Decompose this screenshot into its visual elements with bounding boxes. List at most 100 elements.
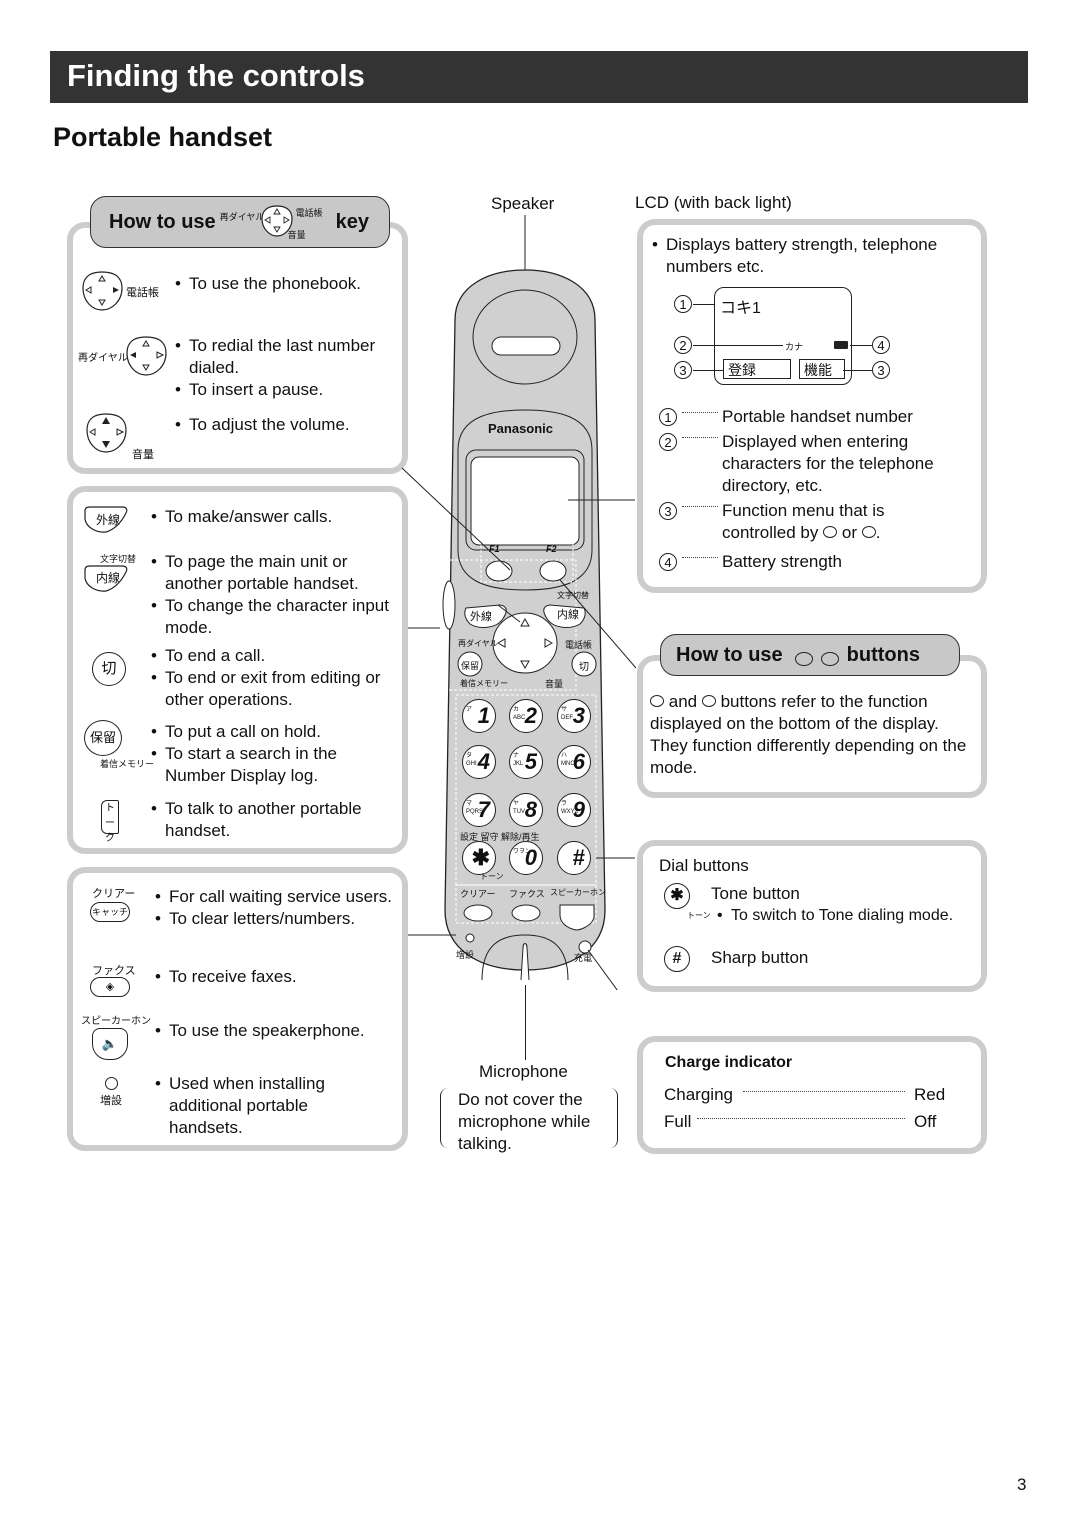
- gaisen-key[interactable]: 外線: [470, 608, 492, 624]
- callout-2: 2: [674, 336, 692, 354]
- lcd-softkey-right: 機能: [799, 359, 845, 379]
- key-letters: サ DEF: [561, 707, 573, 721]
- intercom-text: To page the main unit or another portabl…: [151, 551, 396, 639]
- tone-label: トーン: [480, 872, 504, 881]
- lcd-softkey-left: 登録: [723, 359, 791, 379]
- fax-label: ファクス: [92, 965, 136, 977]
- hold-key-text: To put a call on hold. To start a search…: [151, 721, 401, 787]
- legend-4-text: Battery strength: [722, 552, 843, 571]
- key-letters: カ ABC: [513, 707, 526, 721]
- handset-key-6[interactable]: 6ハ MNO: [557, 745, 591, 779]
- fbuttons-description: and buttons refer to the function displa…: [650, 692, 967, 777]
- fbuttons-title-prefix: How to use: [676, 643, 783, 666]
- install-label: 増設: [100, 1095, 122, 1107]
- page-subtitle: Portable handset: [53, 122, 273, 152]
- lcd-description: Displays battery strength, telephone num…: [652, 234, 972, 278]
- section-title-bar: Finding the controls: [50, 51, 1028, 103]
- key-letters: ヤ TUV: [513, 801, 525, 815]
- handset-key-2[interactable]: 2カ ABC: [509, 699, 543, 733]
- off-key-text: To end a call. To end or exit from editi…: [151, 645, 401, 711]
- f2-label: F2: [546, 544, 557, 554]
- handset-key-0[interactable]: 0 ワヲン: [509, 841, 543, 875]
- sharp-button-icon: #: [664, 946, 690, 972]
- tone-button-icon: ✱: [664, 883, 690, 909]
- f1-inline-icon: [650, 695, 664, 707]
- key-digit: 3: [572, 703, 585, 728]
- legend-1-num: 1: [659, 408, 677, 426]
- charge-indicator-label: 充電: [574, 953, 593, 963]
- handset-f1-button[interactable]: [486, 560, 512, 580]
- sharp-button-label: Sharp button: [711, 948, 809, 967]
- callout-4-line: [850, 345, 872, 346]
- outside-line-text: To make/answer calls.: [151, 506, 391, 528]
- handset-key-4[interactable]: 4タ GHI: [462, 745, 496, 779]
- handset-key-7[interactable]: 7マ PQRS: [462, 793, 496, 827]
- handset-key-1[interactable]: 1ア: [462, 699, 496, 733]
- key-digit: 1: [477, 703, 490, 728]
- catch-key-text: For call waiting service users. To clear…: [155, 886, 395, 930]
- speakerphone-text: To use the speakerphone.: [155, 1020, 400, 1042]
- fbuttons-panel-header: How to use buttons: [660, 634, 960, 676]
- nav-key-item-1-text: To use the phonebook.: [175, 273, 395, 295]
- key-digit: 8: [524, 797, 537, 822]
- hold-key-icon: 保留: [84, 720, 122, 756]
- outside-line-key-icon: 外線: [82, 505, 132, 540]
- charge-row-full-value: Off: [914, 1112, 937, 1131]
- nav-key-title-suffix: key: [335, 210, 370, 233]
- catch-key-icon: キャッチ: [90, 902, 130, 922]
- install-text: Used when installing additional portable…: [155, 1073, 365, 1139]
- charge-row-charging-dots: [743, 1091, 905, 1092]
- lcd-line1: コキ1: [720, 300, 761, 317]
- fax-key-text: To receive faxes.: [155, 966, 395, 988]
- handset-key-8[interactable]: 8ヤ TUV: [509, 793, 543, 827]
- f1-title-icon: [794, 652, 813, 666]
- func-label-speaker: スピーカーホン: [550, 888, 606, 897]
- memory-label: 着信メモリー: [460, 679, 508, 688]
- microphone-note-text: Do not cover the microphone while talkin…: [458, 1090, 591, 1153]
- legend-4-dots: [682, 557, 718, 558]
- callout-2-line: [693, 345, 783, 346]
- section-title: Finding the controls: [67, 58, 365, 93]
- fax-key-icon: ◈: [90, 977, 130, 997]
- charge-row-full-state: Full: [664, 1112, 692, 1131]
- handset-key-5[interactable]: 5ナ JKL: [509, 745, 543, 779]
- microphone-leader: [525, 985, 526, 1060]
- handset-f2-button[interactable]: [540, 560, 566, 580]
- f1-label: F1: [489, 544, 500, 554]
- charge-indicator-title: Charge indicator: [665, 1054, 793, 1071]
- legend-4-num: 4: [659, 553, 677, 571]
- handset-key-3[interactable]: 3サ DEF: [557, 699, 591, 733]
- handset-key-9[interactable]: 9ラ WXYZ: [557, 793, 591, 827]
- page-number: 3: [1017, 1475, 1027, 1494]
- brand-logo: Panasonic: [488, 421, 554, 436]
- callout-3-right-line: [843, 370, 872, 371]
- tone-button-bullet: To switch to Tone dialing mode.: [717, 905, 953, 927]
- handset-key-star[interactable]: ✱: [462, 841, 496, 875]
- nav-key-left-icon: 再ダイヤル: [78, 333, 174, 379]
- f2-title-icon: [820, 652, 839, 666]
- key-digit: #: [572, 845, 585, 870]
- answering-row-label: 設定 留守 解除/再生: [460, 832, 540, 842]
- legend-2-dots: [682, 437, 718, 438]
- callout-3-left: 3: [674, 361, 692, 379]
- nav-key-item-3-text: To adjust the volume.: [175, 414, 395, 436]
- redial-label: 再ダイヤル: [458, 639, 498, 648]
- key-letters: ハ MNO: [561, 753, 575, 767]
- nav-key-title-icon: 再ダイヤル 電話帳 音量: [220, 200, 332, 244]
- nav-key-updown-icon: 音量: [84, 410, 164, 462]
- moji-label: 文字切替: [557, 591, 589, 600]
- charge-row-full-dots: [697, 1118, 905, 1119]
- off-key[interactable]: 切: [579, 658, 589, 673]
- volume-label: 音量: [545, 679, 564, 689]
- charge-row-charging-state: Charging: [664, 1085, 733, 1104]
- naisen-key[interactable]: 内線: [557, 606, 579, 622]
- dial-buttons-title: Dial buttons: [659, 856, 749, 875]
- key-letters: ラ WXYZ: [561, 801, 579, 815]
- key-letters: ワヲン: [513, 849, 532, 855]
- key-letters: ア: [466, 707, 473, 713]
- handset-key-sharp[interactable]: #: [557, 841, 591, 875]
- hold-key[interactable]: 保留: [461, 659, 479, 672]
- talk-key-icon: トーク: [101, 800, 119, 844]
- f1-icon: [823, 526, 838, 538]
- nav-key-panel-header: How to use 再ダイヤル 電話帳 音量 key: [90, 196, 390, 248]
